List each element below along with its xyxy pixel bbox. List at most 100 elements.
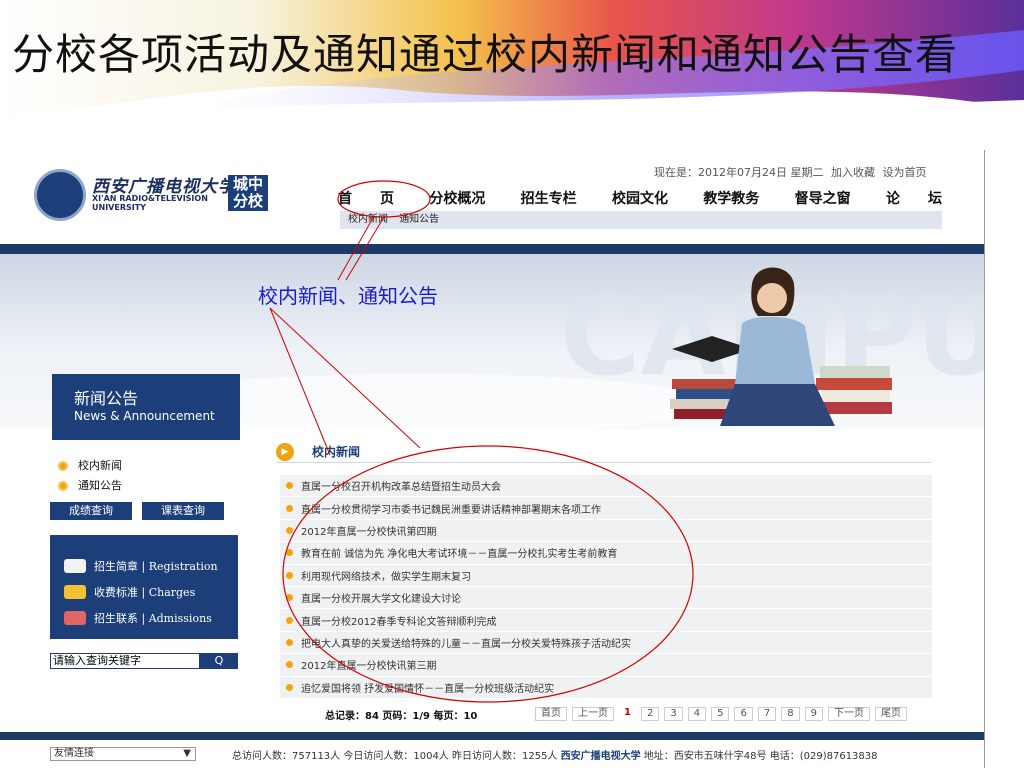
footer-stats-line: 总访问人数：757113人 今日访问人数：1004人 昨日访问人数：1255人 … — [232, 747, 878, 762]
book-icon — [64, 559, 86, 573]
bullet-icon — [58, 481, 68, 491]
top-links: 现在是：2012年07月24日 星期二 加入收藏 设为首页 — [650, 164, 926, 180]
nav-admissions[interactable]: 招生专栏 — [521, 188, 577, 208]
site-header: 西安广播电视大学 XI'AN RADIO&TELEVISION UNIVERSI… — [0, 150, 984, 244]
query-buttons: 成绩查询 课表查询 — [50, 502, 224, 520]
page-4[interactable]: 4 — [687, 707, 707, 721]
news-item[interactable]: 2012年直属一分校快讯第三期 — [280, 654, 932, 677]
nav-home[interactable]: 首 页 — [338, 188, 394, 208]
page-3[interactable]: 3 — [664, 707, 683, 721]
logo-english-name: XI'AN RADIO&TELEVISION UNIVERSITY — [92, 194, 208, 212]
schedule-query-button[interactable]: 课表查询 — [142, 502, 224, 520]
slide-title: 分校各项活动及通知通过校内新闻和通知公告查看 — [12, 30, 959, 79]
friend-links-label: 友情连接 — [54, 748, 94, 759]
bullet-icon — [286, 638, 293, 646]
page-2[interactable]: 2 — [640, 707, 660, 721]
university-logo-icon — [34, 169, 86, 221]
nav-campus-culture[interactable]: 校园文化 — [612, 188, 668, 208]
service-label: 收费标准 | Charges — [94, 586, 196, 599]
search-input[interactable]: 请输入查询关键字 — [50, 653, 200, 669]
news-item[interactable]: 直属一分校召开机构改革总结暨招生动员大会 — [280, 475, 932, 498]
last-page-button[interactable]: 尾页 — [874, 707, 907, 721]
news-item[interactable]: 追忆爱国将领 抒发爱国情怀－－直属一分校班级活动纪实 — [280, 676, 932, 699]
news-title: 利用现代网络技术，做实学生期末复习 — [301, 571, 471, 583]
nav-forum[interactable]: 论 坛 — [886, 188, 942, 208]
sidebar-item-label: 通知公告 — [78, 479, 122, 492]
search-row: 请输入查询关键字 Q — [50, 653, 238, 669]
friend-links-select[interactable]: 友情连接 ▼ — [50, 747, 196, 761]
contact-icon — [64, 611, 86, 625]
news-item[interactable]: 直属一分校贯彻学习市委书记魏民洲重要讲话精神部署期末各项工作 — [280, 497, 932, 520]
news-item[interactable]: 把电大人真挚的关爱送给特殊的儿童－－直属一分校关爱特殊孩子活动纪实 — [280, 631, 932, 655]
campus-badge: 城中分校 — [228, 175, 268, 211]
prev-page-button[interactable]: 上一页 — [572, 707, 614, 721]
subnav-campus-news[interactable]: 校内新闻 — [348, 214, 388, 225]
nav-supervision[interactable]: 督导之窗 — [795, 188, 851, 208]
play-icon: ▶ — [276, 442, 294, 461]
page-5[interactable]: 5 — [711, 707, 730, 721]
footer-address: 地址：西安市五味什字48号 电话：(029)87613838 — [643, 750, 878, 762]
news-item[interactable]: 直属一分校2012春季专科论文答辩顺利完成 — [280, 609, 932, 632]
bullet-icon — [286, 616, 293, 624]
sidebar-item-campus-news[interactable]: 校内新闻 — [58, 456, 122, 476]
website-screenshot: 西安广播电视大学 XI'AN RADIO&TELEVISION UNIVERSI… — [0, 150, 985, 768]
set-homepage-link[interactable]: 设为首页 — [882, 166, 926, 179]
grade-query-button[interactable]: 成绩查询 — [50, 502, 132, 520]
sidebar-item-notices[interactable]: 通知公告 — [58, 476, 122, 496]
news-title: 把电大人真挚的关爱送给特殊的儿童－－直属一分校关爱特殊孩子活动纪实 — [301, 638, 631, 650]
news-item[interactable]: 教育在前 诚信为先 净化电大考试环境－－直属一分校扎实考生考前教育 — [280, 542, 932, 565]
bullet-icon — [286, 549, 293, 557]
service-label: 招生联系 | Admissions — [94, 612, 212, 625]
bullet-icon — [286, 661, 293, 669]
news-item[interactable]: 直属一分校开展大学文化建设大讨论 — [280, 586, 932, 610]
page-7[interactable]: 7 — [757, 707, 777, 721]
bullet-icon — [286, 571, 293, 579]
page-8[interactable]: 8 — [781, 707, 800, 721]
news-title: 2012年直属一分校快讯第三期 — [301, 661, 437, 673]
pagination: 总记录：84 页码：1/9 每页：10 首页 上一页 1 2 3 4 5 6 7… — [325, 706, 965, 722]
nav-teaching[interactable]: 教学教务 — [703, 188, 759, 208]
service-charges[interactable]: 收费标准 | Charges — [64, 579, 238, 605]
next-page-button[interactable]: 下一页 — [827, 707, 870, 721]
current-date: 现在是：2012年07月24日 星期二 — [654, 166, 824, 179]
news-title: 直属一分校召开机构改革总结暨招生动员大会 — [301, 482, 501, 494]
add-bookmark-link[interactable]: 加入收藏 — [831, 166, 875, 179]
bullet-icon — [286, 526, 293, 534]
news-panel-title-cn: 新闻公告 — [74, 389, 139, 408]
money-icon — [64, 585, 86, 599]
bullet-icon — [286, 683, 293, 691]
search-button[interactable]: Q — [200, 653, 238, 669]
news-title: 2012年直属一分校快讯第四期 — [301, 526, 437, 538]
page-6[interactable]: 6 — [734, 707, 753, 721]
service-admissions[interactable]: 招生联系 | Admissions — [64, 605, 238, 631]
page-9[interactable]: 9 — [804, 707, 823, 721]
page-1[interactable]: 1 — [619, 707, 636, 721]
service-registration[interactable]: 招生简章 | Registration — [64, 553, 238, 579]
pagination-summary: 总记录：84 页码：1/9 每页：10 — [325, 710, 478, 722]
chevron-down-icon: ▼ — [183, 748, 191, 759]
news-item[interactable]: 利用现代网络技术，做实学生期末复习 — [280, 564, 932, 587]
bullet-icon — [286, 482, 293, 490]
bullet-icon — [286, 594, 293, 602]
news-title: 追忆爱国将领 抒发爱国情怀－－直属一分校班级活动纪实 — [301, 683, 555, 695]
first-page-button[interactable]: 首页 — [535, 707, 567, 721]
footer-university-link[interactable]: 西安广播电视大学 — [561, 751, 641, 762]
sidebar-links: 校内新闻 通知公告 — [58, 456, 122, 496]
service-label: 招生简章 | Registration — [94, 560, 218, 573]
news-item[interactable]: 2012年直属一分校快讯第四期 — [280, 519, 932, 543]
news-title: 直属一分校2012春季专科论文答辩顺利完成 — [301, 616, 497, 628]
news-title: 直属一分校开展大学文化建设大讨论 — [301, 594, 461, 606]
bullet-icon — [286, 504, 293, 512]
footer-divider — [0, 732, 984, 740]
annotation-label: 校内新闻、通知公告 — [258, 284, 438, 308]
news-announcement-panel: 新闻公告 News & Announcement — [52, 374, 240, 440]
section-title: 校内新闻 — [312, 445, 361, 459]
subnav-notices[interactable]: 通知公告 — [399, 214, 439, 225]
main-nav: 首 页 分校概况 招生专栏 校园文化 教学教务 督导之窗 论 坛 — [338, 188, 942, 208]
nav-about[interactable]: 分校概况 — [429, 188, 485, 208]
bullet-icon — [58, 461, 68, 471]
news-panel-title-en: News & Announcement — [74, 409, 215, 423]
news-list: 直属一分校召开机构改革总结暨招生动员大会 直属一分校贯彻学习市委书记魏民洲重要讲… — [280, 475, 932, 699]
site-footer: 友情连接 ▼ 总访问人数：757113人 今日访问人数：1004人 昨日访问人数… — [0, 740, 984, 768]
news-title: 直属一分校贯彻学习市委书记魏民洲重要讲话精神部署期末各项工作 — [301, 504, 601, 516]
